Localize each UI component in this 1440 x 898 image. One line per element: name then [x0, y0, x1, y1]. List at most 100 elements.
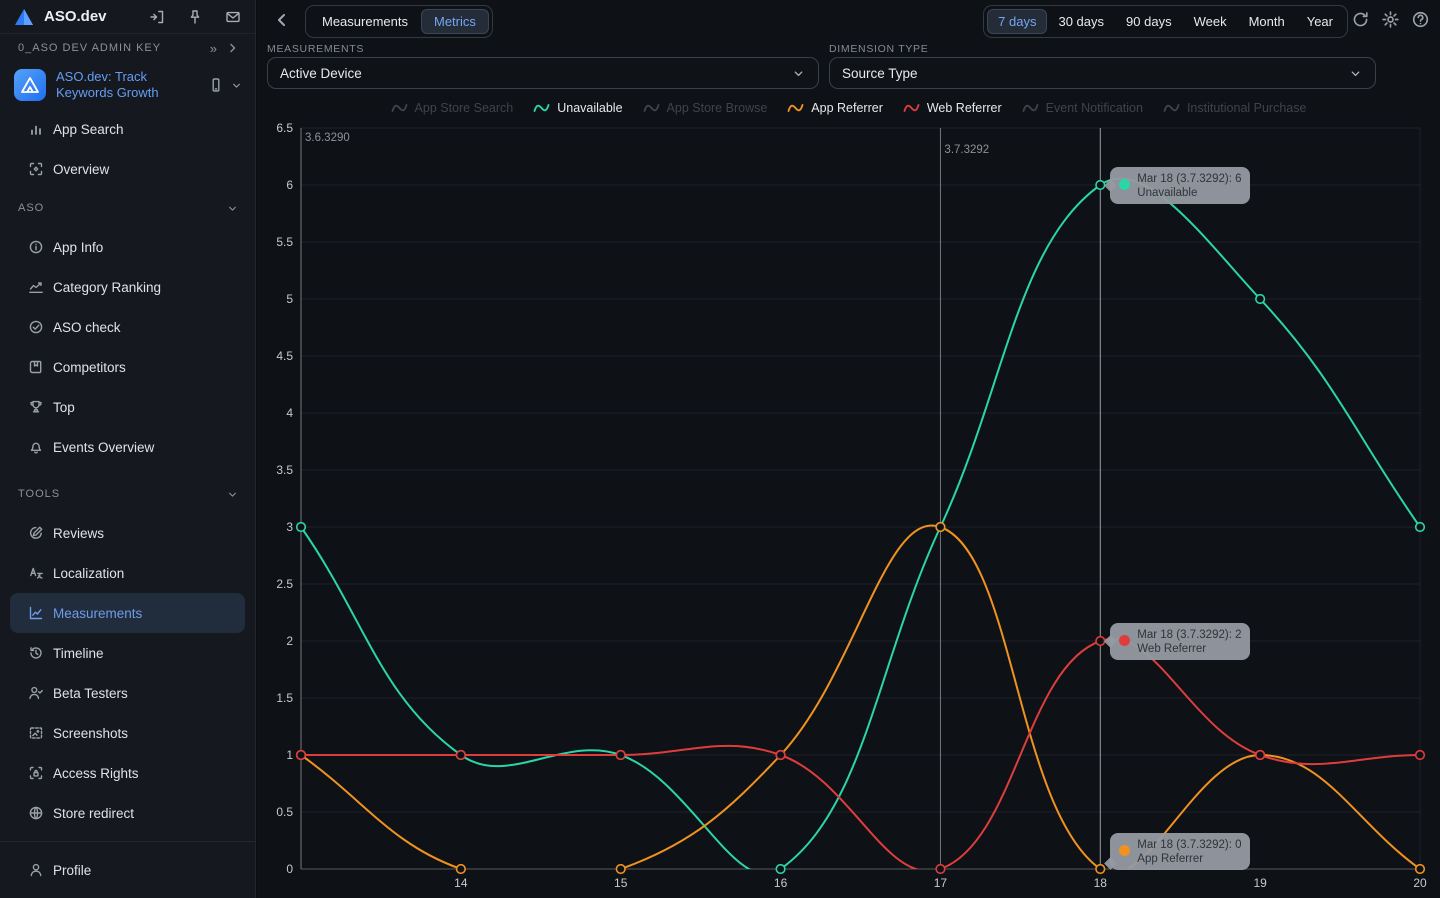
data-point-unavailable[interactable]	[936, 523, 945, 532]
sidebar-item-access-rights[interactable]: Access Rights	[10, 753, 245, 793]
data-point-web-referrer[interactable]	[776, 751, 785, 760]
section-aso[interactable]: ASO	[0, 189, 255, 227]
y-tick-label: 1	[286, 748, 293, 762]
data-point-app-referrer[interactable]	[1416, 865, 1425, 874]
chevron-down-icon[interactable]	[226, 488, 239, 501]
refresh-icon[interactable]	[1351, 10, 1370, 29]
legend-item-web-referrer[interactable]: Web Referrer	[903, 101, 1002, 115]
sidebar-item-competitors[interactable]: Competitors	[10, 347, 245, 387]
gear-icon[interactable]	[1381, 10, 1400, 29]
data-point-unavailable[interactable]	[1416, 523, 1425, 532]
data-point-unavailable[interactable]	[457, 751, 466, 760]
chevron-down-icon[interactable]	[230, 79, 243, 92]
legend-item-app-store-search[interactable]: App Store Search	[391, 101, 514, 115]
sidebar-item-label: Access Rights	[53, 766, 139, 781]
sidebar-item-beta-testers[interactable]: Beta Testers	[10, 673, 245, 713]
legend-item-institutional-purchase[interactable]: Institutional Purchase	[1163, 101, 1307, 115]
sidebar-item-measurements[interactable]: Measurements	[10, 593, 245, 633]
sidebar-item-top[interactable]: Top	[10, 387, 245, 427]
sidebar-item-localization[interactable]: Localization	[10, 553, 245, 593]
data-point-unavailable[interactable]	[1256, 295, 1265, 304]
sidebar-item-app-search[interactable]: App Search	[10, 109, 245, 149]
range-7-days[interactable]: 7 days	[987, 9, 1047, 34]
data-point-unavailable[interactable]	[297, 523, 306, 532]
pin-icon[interactable]	[187, 9, 203, 25]
dimension-type-select[interactable]: Source Type	[829, 57, 1376, 89]
collapse-sidebar-icon[interactable]	[149, 9, 165, 25]
wave-icon	[903, 102, 920, 114]
sidebar-item-reviews[interactable]: Reviews	[10, 513, 245, 553]
range-year[interactable]: Year	[1296, 9, 1344, 34]
sidebar-item-overview[interactable]: Overview	[10, 149, 245, 189]
tooltip-text: Mar 18 (3.7.3292): 6	[1137, 172, 1242, 186]
sidebar-item-app-info[interactable]: App Info	[10, 227, 245, 267]
sidebar-nav: App Search Overview ASO App Info Categor…	[0, 109, 255, 833]
data-point-app-referrer[interactable]	[616, 865, 625, 874]
sidebar-item-screenshots[interactable]: Screenshots	[10, 713, 245, 753]
sidebar-item-store-redirect[interactable]: Store redirect	[10, 793, 245, 833]
y-tick-label: 6.5	[276, 121, 293, 135]
line-chart-icon	[28, 605, 44, 621]
sidebar-item-label: Category Ranking	[53, 280, 161, 295]
sidebar-item-label: ASO check	[53, 320, 121, 335]
range-month[interactable]: Month	[1238, 9, 1296, 34]
section-label: TOOLS	[18, 488, 226, 500]
data-point-web-referrer[interactable]	[1096, 637, 1105, 646]
sidebar-item-aso-check[interactable]: ASO check	[10, 307, 245, 347]
data-point-unavailable[interactable]	[1096, 181, 1105, 190]
range-90-days[interactable]: 90 days	[1115, 9, 1183, 34]
data-point-web-referrer[interactable]	[616, 751, 625, 760]
chevron-right-icon[interactable]	[225, 40, 241, 56]
tooltip-layer: Mar 18 (3.7.3292): 6UnavailableMar 18 (3…	[257, 0, 1440, 898]
workspace-row[interactable]: 0_ASO DEV ADMIN KEY »	[0, 34, 255, 61]
globe-icon	[28, 805, 44, 821]
tooltip-series-dot	[1119, 179, 1130, 190]
mail-icon[interactable]	[225, 9, 241, 25]
double-chevron-icon[interactable]: »	[210, 41, 217, 56]
range-week[interactable]: Week	[1183, 9, 1238, 34]
data-point-app-referrer[interactable]	[776, 751, 785, 760]
data-point-app-referrer[interactable]	[457, 865, 466, 874]
data-point-unavailable[interactable]	[616, 751, 625, 760]
measurements-select[interactable]: Active Device	[267, 57, 819, 89]
legend-item-event-notification[interactable]: Event Notification	[1022, 101, 1143, 115]
sidebar-item-events-overview[interactable]: Events Overview	[10, 427, 245, 467]
data-point-web-referrer[interactable]	[297, 751, 306, 760]
legend-item-app-referrer[interactable]: App Referrer	[787, 101, 883, 115]
sidebar-item-label: Overview	[53, 162, 109, 177]
legend-item-unavailable[interactable]: Unavailable	[533, 101, 622, 115]
data-point-web-referrer[interactable]	[1416, 751, 1425, 760]
wave-icon	[643, 102, 660, 114]
y-tick-label: 1.5	[276, 691, 293, 705]
tab-measurements[interactable]: Measurements	[309, 9, 421, 34]
section-tools[interactable]: TOOLS	[0, 475, 255, 513]
legend-item-app-store-browse[interactable]: App Store Browse	[643, 101, 768, 115]
sidebar-item-category-ranking[interactable]: Category Ranking	[10, 267, 245, 307]
help-icon[interactable]	[1411, 10, 1430, 29]
sidebar-item-profile[interactable]: Profile	[10, 848, 245, 892]
sidebar-item-timeline[interactable]: Timeline	[10, 633, 245, 673]
data-point-app-referrer[interactable]	[936, 523, 945, 532]
data-point-unavailable[interactable]	[776, 865, 785, 874]
chevron-down-icon[interactable]	[226, 202, 239, 215]
sidebar-item-label: Profile	[53, 863, 91, 878]
x-tick-label: 18	[1094, 876, 1108, 890]
data-point-app-referrer[interactable]	[1096, 865, 1105, 874]
back-button[interactable]	[271, 9, 293, 31]
sidebar-item-label: Screenshots	[53, 726, 128, 741]
data-point-web-referrer[interactable]	[936, 865, 945, 874]
data-point-app-referrer[interactable]	[297, 751, 306, 760]
sidebar-item-label: Competitors	[53, 360, 126, 375]
wave-icon	[1163, 102, 1180, 114]
app-title: ASO.dev: Track Keywords Growth	[56, 69, 198, 102]
range-30-days[interactable]: 30 days	[1047, 9, 1115, 34]
data-point-web-referrer[interactable]	[1256, 751, 1265, 760]
data-point-app-referrer[interactable]	[1256, 751, 1265, 760]
check-circle-icon	[28, 319, 44, 335]
app-switcher[interactable]: ASO.dev: Track Keywords Growth	[0, 62, 255, 109]
tab-metrics[interactable]: Metrics	[421, 9, 489, 34]
brand-title: ASO.dev	[44, 8, 139, 25]
tooltip-series-name: App Referrer	[1137, 852, 1242, 866]
sidebar-footer: Profile	[0, 841, 255, 898]
data-point-web-referrer[interactable]	[457, 751, 466, 760]
